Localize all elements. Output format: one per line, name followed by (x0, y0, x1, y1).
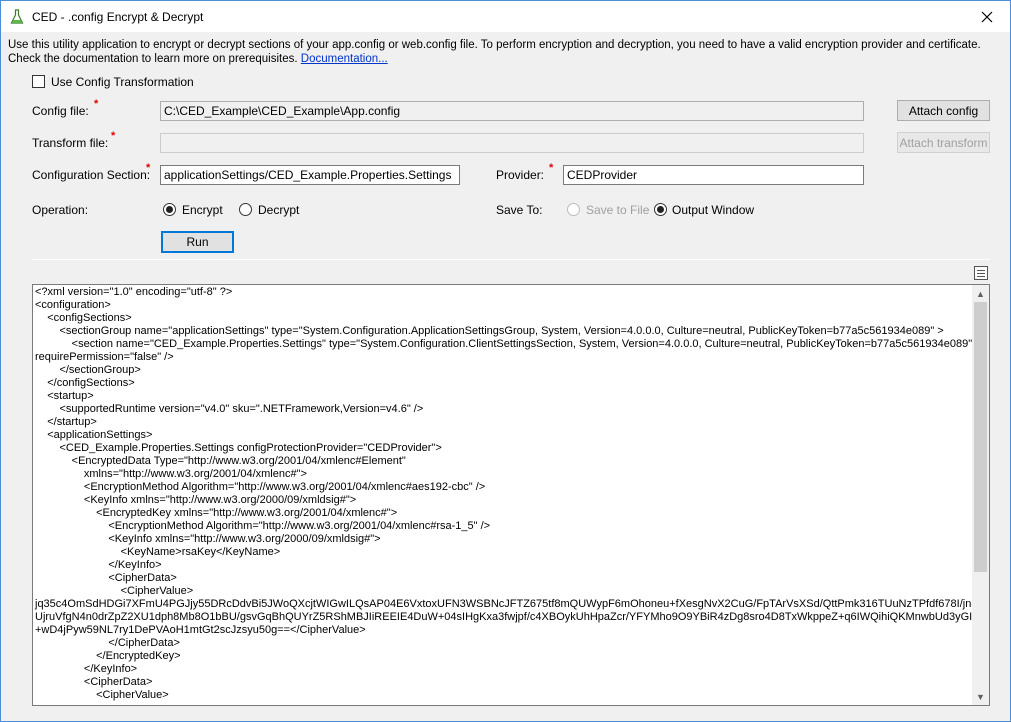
save-to-file-radio[interactable] (567, 203, 580, 216)
output-window-label: Output Window (672, 203, 755, 217)
intro-text: Use this utility application to encrypt … (8, 38, 998, 66)
decrypt-label: Decrypt (258, 203, 300, 217)
close-icon (981, 11, 993, 22)
save-to-label: Save To: (496, 203, 543, 217)
scroll-thumb[interactable] (974, 302, 987, 572)
operation-label: Operation: (32, 203, 89, 217)
title-bar: CED - .config Encrypt & Decrypt (1, 1, 1010, 32)
attach-config-button[interactable]: Attach config (897, 100, 990, 121)
use-config-transformation-checkbox[interactable] (32, 75, 45, 88)
required-marker: * (111, 130, 116, 142)
divider (32, 259, 990, 260)
configuration-section-field[interactable]: applicationSettings/CED_Example.Properti… (160, 165, 460, 185)
required-marker: * (549, 162, 554, 174)
provider-field[interactable]: CEDProvider (563, 165, 864, 185)
encrypt-radio[interactable] (163, 203, 176, 216)
copy-output-icon[interactable] (974, 266, 988, 280)
output-scrollbar[interactable]: ▲ ▼ (972, 285, 989, 705)
required-marker: * (146, 162, 151, 174)
attach-transform-button[interactable]: Attach transform (897, 132, 990, 153)
intro-description: Use this utility application to encrypt … (8, 39, 981, 65)
scroll-up-icon[interactable]: ▲ (972, 285, 989, 302)
app-window: CED - .config Encrypt & Decrypt Use this… (0, 0, 1011, 722)
decrypt-radio[interactable] (239, 203, 252, 216)
output-window-radio[interactable] (654, 203, 667, 216)
encrypt-label: Encrypt (182, 203, 223, 217)
run-button[interactable]: Run (161, 231, 234, 253)
transform-file-field[interactable] (160, 133, 864, 153)
config-file-label: Config file: (32, 104, 89, 118)
configuration-section-label: Configuration Section: (32, 168, 151, 182)
save-to-file-label: Save to File (586, 203, 650, 217)
config-file-field[interactable]: C:\CED_Example\CED_Example\App.config (160, 101, 864, 121)
close-button[interactable] (964, 1, 1010, 32)
documentation-link[interactable]: Documentation... (301, 53, 388, 65)
use-config-transformation-label: Use Config Transformation (51, 75, 194, 89)
required-marker: * (94, 98, 99, 110)
transform-file-label: Transform file: (32, 136, 109, 150)
window-title: CED - .config Encrypt & Decrypt (32, 10, 204, 24)
flask-icon (10, 9, 24, 25)
output-text: <?xml version="1.0" encoding="utf-8" ?> … (35, 286, 990, 701)
provider-label: Provider: (496, 168, 545, 182)
scroll-down-icon[interactable]: ▼ (972, 688, 989, 705)
output-window[interactable]: <?xml version="1.0" encoding="utf-8" ?> … (32, 284, 990, 706)
